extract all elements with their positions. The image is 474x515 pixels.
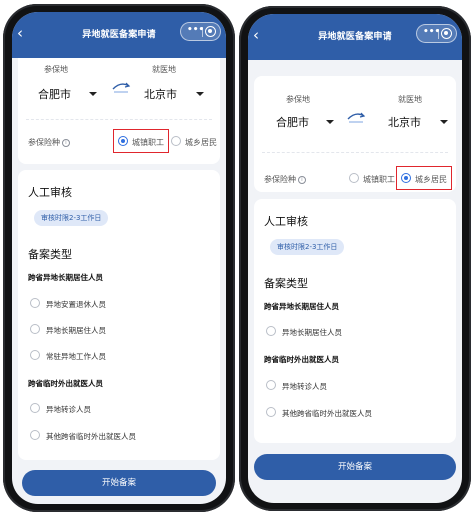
radio-option[interactable] xyxy=(266,326,276,336)
chevron-down-icon[interactable] xyxy=(89,92,97,96)
list-item[interactable]: 异地转诊人员 xyxy=(282,381,327,392)
list-item[interactable]: 其他跨省临时外出就医人员 xyxy=(46,431,136,442)
review-title: 人工审核 xyxy=(28,186,72,199)
insured-place-label: 参保地 xyxy=(286,95,310,104)
info-icon[interactable]: i xyxy=(298,175,306,184)
review-time-badge: 审核时限2-3工作日 xyxy=(34,210,109,226)
list-item[interactable]: 异地转诊人员 xyxy=(46,404,91,415)
chevron-down-icon[interactable] xyxy=(196,92,204,96)
phone-right: ‹ 异地就医备案申请 ••• 参保地 就医地 合肥市 北京市 参保险种 i 城镇… xyxy=(239,6,471,511)
filing-card: 人工审核 审核时限2-3工作日 备案类型 跨省异地长期居住人员 异地长期居住人员… xyxy=(254,199,456,443)
swap-arrows-icon[interactable] xyxy=(346,110,366,124)
review-title: 人工审核 xyxy=(264,215,308,228)
chevron-down-icon[interactable] xyxy=(326,120,334,124)
screen-left: ‹ 异地就医备案申请 ••• 参保地 就医地 合肥市 北京市 参保险种 i 城镇… xyxy=(12,12,226,504)
option-urban-rural[interactable]: 城乡居民 xyxy=(185,137,217,148)
radio-urban-rural[interactable] xyxy=(401,173,411,183)
list-item[interactable]: 异地长期居住人员 xyxy=(46,325,106,336)
radio-urban-employee[interactable] xyxy=(349,173,359,183)
group-title-long-term: 跨省异地长期居住人员 xyxy=(28,273,103,282)
info-icon[interactable]: i xyxy=(62,138,70,147)
insurance-type-text: 参保险种 xyxy=(28,138,60,147)
mini-program-capsule[interactable]: ••• xyxy=(416,24,457,43)
group-title-long-term: 跨省异地长期居住人员 xyxy=(264,302,339,311)
option-urban-employee[interactable]: 城镇职工 xyxy=(363,174,395,185)
start-filing-button[interactable]: 开始备案 xyxy=(254,454,456,480)
option-urban-rural[interactable]: 城乡居民 xyxy=(415,174,447,185)
radio-option[interactable] xyxy=(30,350,40,360)
radio-option[interactable] xyxy=(30,298,40,308)
treatment-city-select[interactable]: 北京市 xyxy=(144,86,177,102)
group-title-temporary: 跨省临时外出就医人员 xyxy=(264,355,339,364)
treatment-city-select[interactable]: 北京市 xyxy=(388,114,421,130)
nav-bar: ‹ 异地就医备案申请 ••• xyxy=(12,12,226,58)
radio-urban-rural[interactable] xyxy=(171,136,181,146)
target-icon[interactable] xyxy=(205,26,216,37)
list-item[interactable]: 其他跨省临时外出就医人员 xyxy=(282,408,372,419)
insurance-type-label: 参保险种 i xyxy=(28,137,70,148)
treatment-place-label: 就医地 xyxy=(152,65,176,74)
insurance-type-text: 参保险种 xyxy=(264,175,296,184)
insurance-type-label: 参保险种 i xyxy=(264,174,306,185)
nav-bar: ‹ 异地就医备案申请 ••• xyxy=(248,14,462,60)
insured-city-select[interactable]: 合肥市 xyxy=(38,86,71,102)
insured-place-label: 参保地 xyxy=(44,65,68,74)
radio-urban-employee[interactable] xyxy=(118,136,128,146)
screen-right: ‹ 异地就医备案申请 ••• 参保地 就医地 合肥市 北京市 参保险种 i 城镇… xyxy=(248,14,462,503)
radio-option[interactable] xyxy=(30,324,40,334)
capsule-divider xyxy=(438,29,439,39)
review-time-badge: 审核时限2-3工作日 xyxy=(270,239,345,255)
target-icon[interactable] xyxy=(441,28,452,39)
mini-program-capsule[interactable]: ••• xyxy=(180,22,221,41)
chevron-down-icon[interactable] xyxy=(440,120,448,124)
filing-type-title: 备案类型 xyxy=(28,248,72,261)
radio-option[interactable] xyxy=(30,403,40,413)
list-item[interactable]: 常驻异地工作人员 xyxy=(46,351,106,362)
divider xyxy=(262,152,448,153)
radio-option[interactable] xyxy=(266,380,276,390)
insured-city-select[interactable]: 合肥市 xyxy=(276,114,309,130)
location-card: 参保地 就医地 合肥市 北京市 参保险种 i 城镇职工 城乡居民 xyxy=(254,76,456,192)
radio-option[interactable] xyxy=(266,407,276,417)
capsule-divider xyxy=(202,27,203,37)
option-urban-employee[interactable]: 城镇职工 xyxy=(132,137,164,148)
list-item[interactable]: 异地安置退休人员 xyxy=(46,299,106,310)
phone-left: ‹ 异地就医备案申请 ••• 参保地 就医地 合肥市 北京市 参保险种 i 城镇… xyxy=(3,4,235,512)
list-item[interactable]: 异地长期居住人员 xyxy=(282,327,342,338)
swap-arrows-icon[interactable] xyxy=(111,80,131,94)
filing-type-title: 备案类型 xyxy=(264,277,308,290)
group-title-temporary: 跨省临时外出就医人员 xyxy=(28,379,103,388)
radio-option[interactable] xyxy=(30,430,40,440)
comparison-stage: ‹ 异地就医备案申请 ••• 参保地 就医地 合肥市 北京市 参保险种 i 城镇… xyxy=(0,0,474,515)
divider xyxy=(26,119,212,120)
start-filing-button[interactable]: 开始备案 xyxy=(22,470,216,496)
treatment-place-label: 就医地 xyxy=(398,95,422,104)
filing-card: 人工审核 审核时限2-3工作日 备案类型 跨省异地长期居住人员 异地安置退休人员… xyxy=(18,170,220,460)
location-card: 参保地 就医地 合肥市 北京市 参保险种 i 城镇职工 城乡居民 xyxy=(18,58,220,164)
